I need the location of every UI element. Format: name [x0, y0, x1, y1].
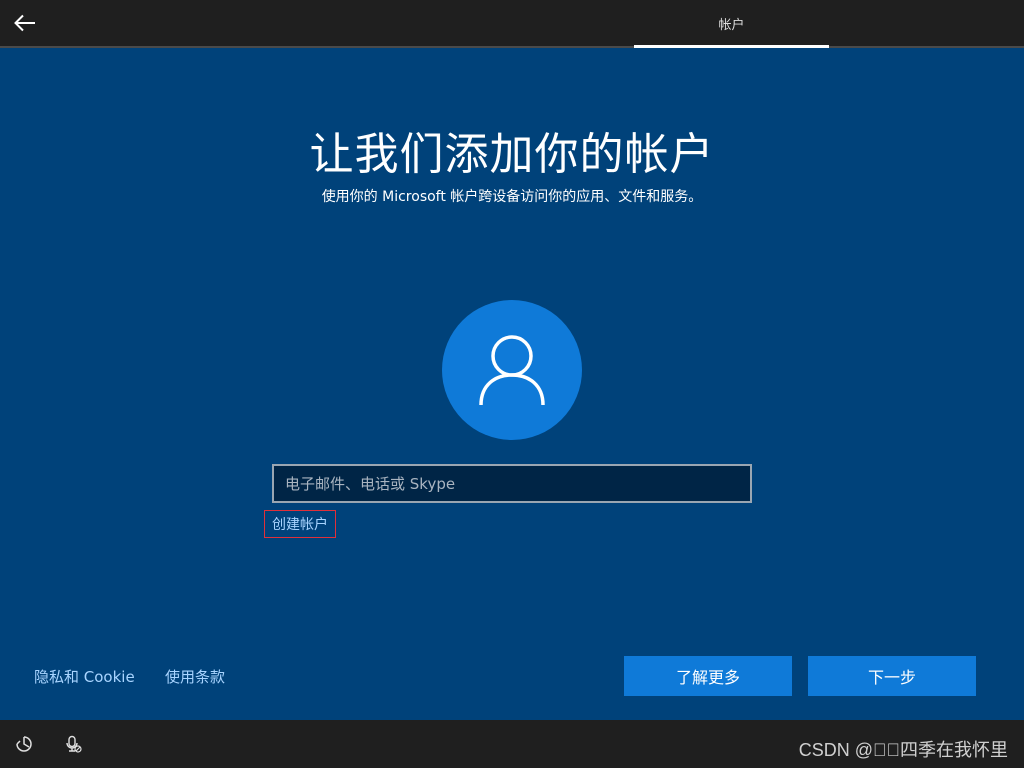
avatar [442, 300, 582, 440]
tab-account: 帐户 [718, 17, 745, 33]
create-account-link[interactable]: 创建帐户 [264, 510, 336, 538]
back-button[interactable] [8, 6, 42, 40]
next-button[interactable]: 下一步 [808, 656, 976, 696]
terms-of-use-link[interactable]: 使用条款 [165, 666, 225, 687]
page-title: 让我们添加你的帐户 [309, 129, 715, 180]
watermark-text: CSDN @  四季在我怀里 [798, 740, 1008, 760]
account-input[interactable] [272, 464, 752, 503]
learn-more-button[interactable]: 了解更多 [624, 656, 792, 696]
back-arrow-icon [14, 14, 35, 32]
privacy-cookie-link[interactable]: 隐私和 Cookie [34, 666, 135, 687]
microphone-off-icon[interactable] [64, 735, 82, 753]
ease-of-access-icon[interactable] [15, 735, 33, 753]
user-silhouette-icon [479, 335, 545, 406]
top-bar: 帐户 [0, 0, 1024, 48]
tab-underline [634, 45, 829, 48]
page-subtitle: 使用你的 Microsoft 帐户跨设备访问你的应用、文件和服务。 [321, 189, 703, 205]
